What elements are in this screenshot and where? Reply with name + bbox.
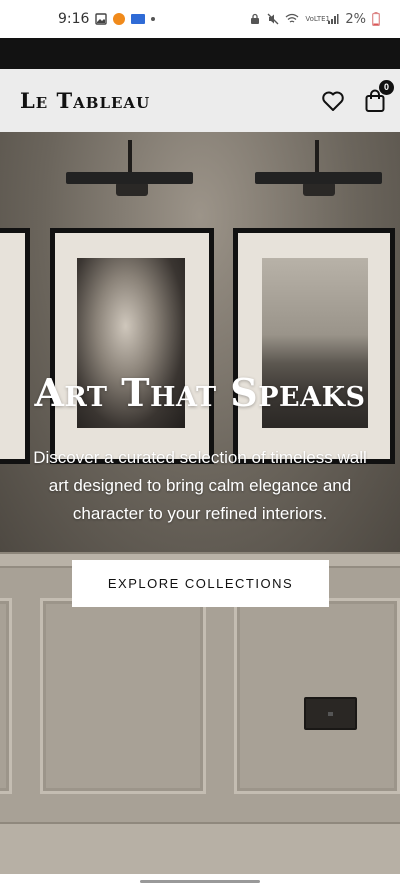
status-left: 9:16 bbox=[58, 11, 156, 27]
wall-panel bbox=[40, 598, 206, 794]
wifi-icon bbox=[285, 13, 299, 23]
signal-icon bbox=[328, 14, 339, 24]
hero-banner: Art That Speaks Discover a curated selec… bbox=[0, 132, 400, 874]
hero-description: Discover a curated selection of timeless… bbox=[33, 448, 367, 523]
heart-icon bbox=[322, 91, 344, 111]
status-bar: 9:16 VoLTE1 2% bbox=[0, 0, 400, 38]
wall-panel bbox=[0, 598, 12, 794]
top-band bbox=[0, 38, 400, 69]
framed-artwork-landscape bbox=[233, 228, 395, 464]
picture-light bbox=[66, 140, 193, 196]
status-right: VoLTE1 2% bbox=[249, 12, 380, 27]
framed-artwork-left bbox=[0, 228, 30, 464]
battery-percent: 2% bbox=[345, 11, 366, 27]
picture-light bbox=[255, 140, 382, 196]
app-badge-icon bbox=[131, 14, 146, 24]
cart-button[interactable]: 0 bbox=[362, 79, 394, 114]
wishlist-button[interactable] bbox=[320, 88, 346, 114]
status-time: 9:16 bbox=[58, 11, 90, 27]
battery-icon bbox=[372, 12, 380, 26]
framed-artwork-portrait bbox=[50, 228, 214, 464]
notification-dot-icon bbox=[151, 17, 156, 21]
explore-collections-button[interactable]: EXPLORE COLLECTIONS bbox=[72, 560, 329, 607]
site-header: Le Tableau 0 bbox=[0, 69, 400, 132]
volte-icon: VoLTE1 bbox=[305, 14, 330, 23]
hero-baseboard bbox=[0, 822, 400, 874]
lock-icon bbox=[251, 13, 260, 24]
cart-count-badge: 0 bbox=[379, 79, 394, 95]
site-logo[interactable]: Le Tableau bbox=[20, 88, 150, 113]
bitcoin-icon bbox=[113, 13, 126, 25]
header-icons: 0 bbox=[320, 79, 394, 114]
home-gesture-handle[interactable] bbox=[140, 880, 260, 883]
mute-icon bbox=[267, 13, 279, 25]
light-switch bbox=[304, 697, 357, 730]
wall-panel bbox=[234, 598, 400, 794]
gallery-icon bbox=[95, 13, 108, 25]
hero-title: Art That Speaks bbox=[34, 370, 366, 415]
navigation-bar bbox=[0, 874, 400, 889]
